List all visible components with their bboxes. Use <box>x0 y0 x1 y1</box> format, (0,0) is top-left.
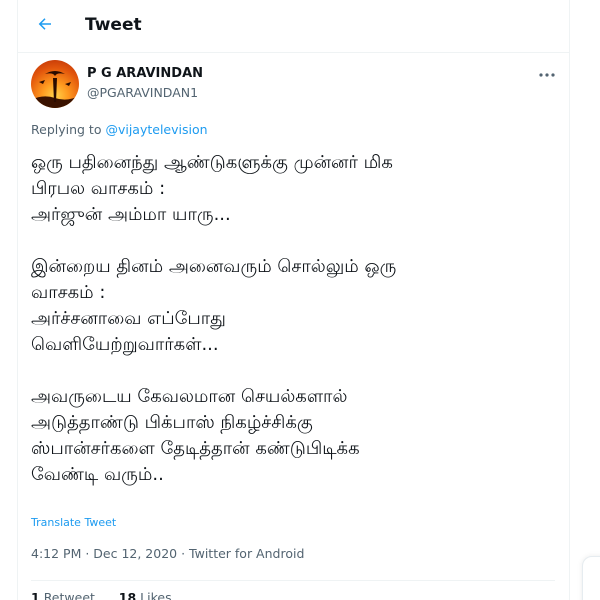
tweet-text-line: அர்ச்சனாவை எப்போது <box>31 308 226 329</box>
likes-count: 18 <box>118 590 137 600</box>
tweet-text-line: அர்ஜுன் அம்மா யாரு... <box>31 204 231 225</box>
arrow-left-icon <box>36 15 54 37</box>
tweet-text-line: அடுத்தாண்டு பிக்பாஸ் நிகழ்ச்சிக்கு <box>31 412 313 433</box>
replying-to: Replying to @vijaytelevision <box>31 122 208 137</box>
avatar[interactable] <box>31 60 79 108</box>
tweet-text-line: வேண்டி வரும்.. <box>31 464 164 485</box>
tweet-text-line: இன்றைய தினம் அனைவரும் சொல்லும் ஒரு <box>31 256 397 277</box>
tweet-text-line: ஒரு பதினைந்து ஆண்டுகளுக்கு முன்னர் மிக <box>31 152 393 173</box>
more-dots-icon <box>539 62 555 81</box>
right-panel <box>571 0 600 600</box>
likes-label: Likes <box>140 590 172 600</box>
retweets-stat[interactable]: 1 Retweet <box>31 590 95 600</box>
author-handle[interactable]: @PGARAVINDAN1 <box>87 85 198 100</box>
replying-prefix: Replying to <box>31 122 106 137</box>
retweets-count: 1 <box>31 590 40 600</box>
divider <box>31 580 555 581</box>
page-title: Tweet <box>85 15 142 35</box>
tweet-text-line: அவருடைய கேவலமான செயல்களால் <box>31 386 348 407</box>
tweet-paragraph-gap <box>31 228 561 254</box>
author-name[interactable]: P G ARAVINDAN <box>87 66 203 81</box>
back-button[interactable] <box>29 10 61 42</box>
tweet-meta: 4:12 PM · Dec 12, 2020 · Twitter for And… <box>31 546 305 561</box>
tweet-text-line: பிரபல வாசகம் : <box>31 178 166 199</box>
tweet-text-line: ஸ்பான்சர்களை தேடித்தான் கண்டுபிடிக்க <box>31 438 360 459</box>
retweets-label: Retweet <box>43 590 95 600</box>
floating-card[interactable] <box>582 556 600 600</box>
replying-mention-link[interactable]: @vijaytelevision <box>105 122 207 137</box>
tweet-stats: 1 Retweet 18 Likes <box>31 590 172 600</box>
translate-tweet-link[interactable]: Translate Tweet <box>31 516 116 529</box>
page-header: Tweet <box>17 0 570 53</box>
tweet-text-line: வாசகம் : <box>31 282 106 303</box>
tweet-text: ஒரு பதினைந்து ஆண்டுகளுக்கு முன்னர் மிக பி… <box>31 150 561 488</box>
likes-stat[interactable]: 18 Likes <box>119 590 172 600</box>
tweet-text-line: வெளியேற்றுவார்கள்... <box>31 334 219 355</box>
more-button[interactable] <box>537 64 557 78</box>
tweet-paragraph-gap <box>31 358 561 384</box>
